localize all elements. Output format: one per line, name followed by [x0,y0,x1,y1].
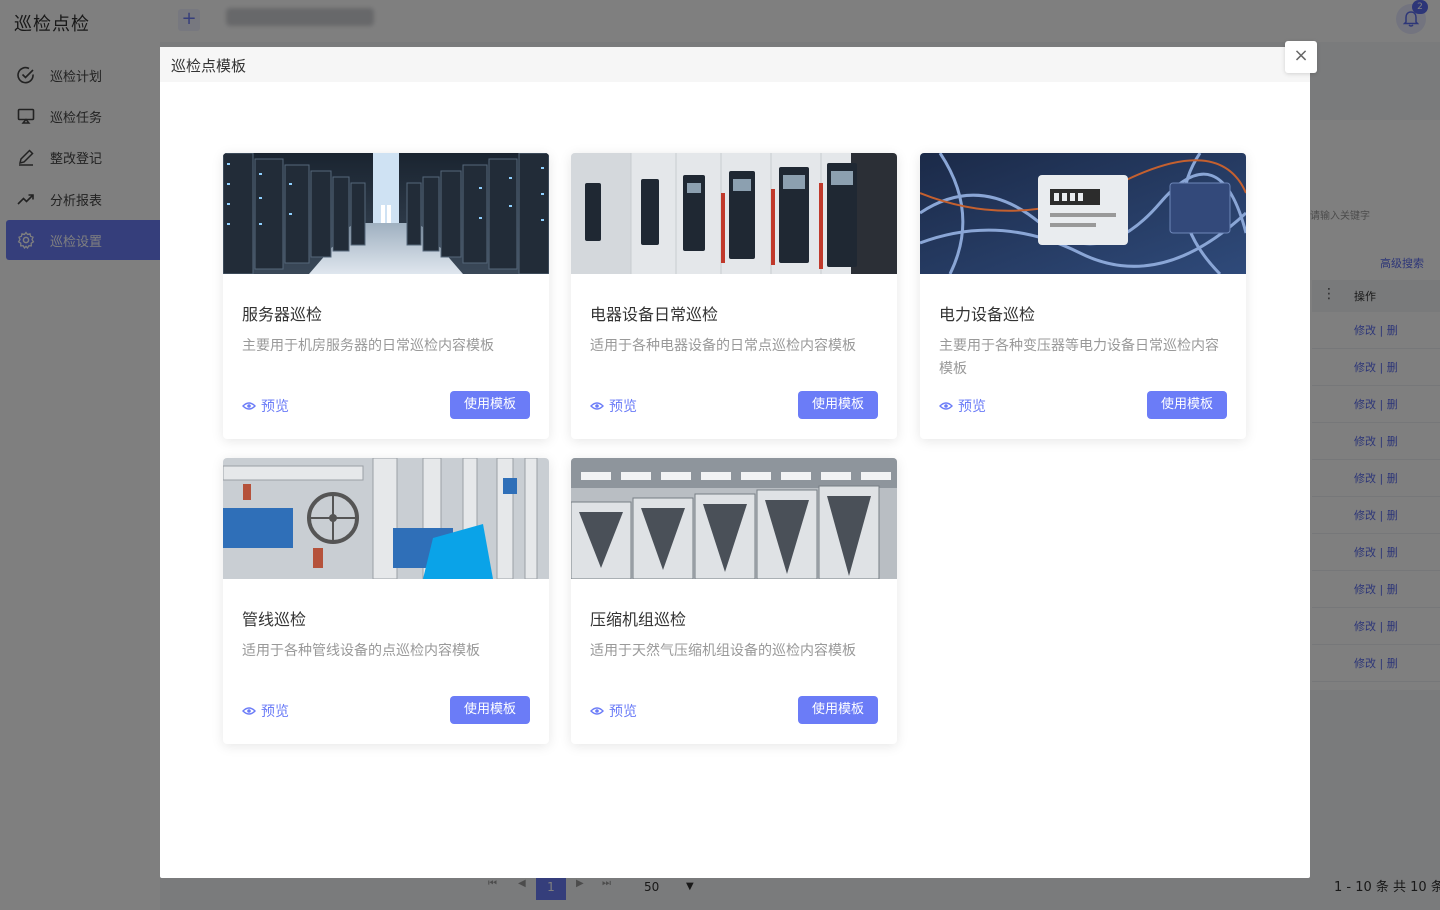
card-image-electrical-cabinets [571,153,897,274]
preview-label: 预览 [609,399,637,415]
eye-icon [939,401,953,411]
modal-header: 巡检点模板 [160,47,1310,82]
card-description: 主要用于机房服务器的日常巡检内容模板 [242,338,494,354]
template-modal: 巡检点模板 服务器巡检 主要用于机房服务器的日常巡检内容模板 预览 使用模板 电… [160,47,1310,878]
card-description: 适用于各种电器设备的日常点巡检内容模板 [590,338,856,354]
card-title: 管线巡检 [242,610,307,629]
card-description: 适用于天然气压缩机组设备的巡检内容模板 [590,643,856,659]
modal-title: 巡检点模板 [171,57,247,75]
eye-icon [242,706,256,716]
close-icon[interactable]: × [1285,41,1317,73]
preview-link[interactable]: 预览 [242,396,289,416]
template-card: 服务器巡检 主要用于机房服务器的日常巡检内容模板 预览 使用模板 [223,153,549,439]
eye-icon [242,401,256,411]
preview-label: 预览 [261,399,289,415]
preview-label: 预览 [958,399,986,415]
template-card: 压缩机组巡检 适用于天然气压缩机组设备的巡检内容模板 预览 使用模板 [571,458,897,744]
card-image-server-room [223,153,549,274]
use-template-button[interactable]: 使用模板 [1147,391,1227,419]
template-card: 管线巡检 适用于各种管线设备的点巡检内容模板 预览 使用模板 [223,458,549,744]
template-card: 电器设备日常巡检 适用于各种电器设备的日常点巡检内容模板 预览 使用模板 [571,153,897,439]
preview-label: 预览 [609,704,637,720]
card-title: 压缩机组巡检 [590,610,687,629]
eye-icon [590,401,604,411]
preview-link[interactable]: 预览 [590,701,637,721]
card-title: 服务器巡检 [242,305,323,324]
card-image-compressor-units [571,458,897,579]
card-description: 适用于各种管线设备的点巡检内容模板 [242,643,480,659]
use-template-button[interactable]: 使用模板 [450,391,530,419]
preview-link[interactable]: 预览 [939,396,986,416]
use-template-button[interactable]: 使用模板 [798,696,878,724]
use-template-button[interactable]: 使用模板 [450,696,530,724]
eye-icon [590,706,604,716]
use-template-button[interactable]: 使用模板 [798,391,878,419]
template-card: 电力设备巡检 主要用于各种变压器等电力设备日常巡检内容模板 预览 使用模板 [920,153,1246,439]
preview-label: 预览 [261,704,289,720]
card-description: 主要用于各种变压器等电力设备日常巡检内容模板 [939,338,1219,377]
preview-link[interactable]: 预览 [242,701,289,721]
card-title: 电器设备日常巡检 [590,305,719,324]
card-image-pipelines [223,458,549,579]
card-title: 电力设备巡检 [939,305,1036,324]
card-image-power-meter [920,153,1246,274]
preview-link[interactable]: 预览 [590,396,637,416]
